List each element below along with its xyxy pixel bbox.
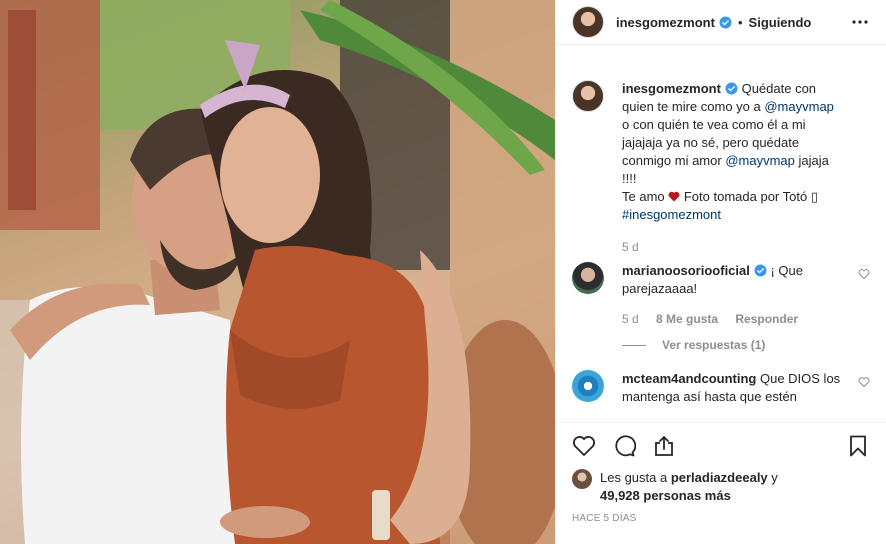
verified-badge-icon — [754, 264, 767, 277]
caption-text: conmigo mi amor — [622, 153, 726, 168]
caption-text: jajajaja ya no sé, pero quédate — [622, 135, 800, 150]
instagram-post: inesgomezmont • Siguiendo inesgomezmont … — [0, 0, 886, 544]
post-photo[interactable] — [0, 0, 555, 544]
caption-text: Foto tomada por Totó — [680, 189, 811, 204]
photo-illustration — [0, 0, 555, 544]
comment-avatar[interactable] — [572, 370, 604, 402]
owner-avatar[interactable] — [572, 6, 604, 38]
comment-body: marianoosoriooficial ¡ Que parejazaaaa! … — [622, 262, 850, 354]
caption-avatar[interactable] — [572, 80, 604, 112]
verified-badge-icon — [719, 16, 732, 28]
view-replies-button[interactable]: Ver respuestas (1) — [622, 336, 850, 354]
comment-author[interactable]: marianoosoriooficial — [622, 263, 750, 278]
caption-text: o con quién te vea como él a mi — [622, 117, 806, 132]
caption-text: jajaja — [794, 153, 829, 168]
likes-mid: y — [767, 470, 778, 485]
comment-like-heart-icon[interactable] — [858, 268, 870, 280]
bookmark-icon[interactable] — [846, 434, 870, 458]
caption-author[interactable]: inesgomezmont — [622, 81, 721, 96]
reply-button[interactable]: Responder — [735, 312, 798, 326]
caption-time[interactable]: 5 d — [622, 240, 639, 254]
mention-link[interactable]: @mayvmap — [764, 99, 834, 114]
comment-likes[interactable]: 8 Me gusta — [656, 312, 718, 326]
caption: inesgomezmont Quédate con quien te mire … — [572, 80, 870, 254]
post-actions: Les gusta a perladiazdeealy y 49,928 per… — [556, 422, 886, 544]
verified-badge-icon — [725, 82, 738, 95]
comment-item: marianoosoriooficial ¡ Que parejazaaaa! … — [572, 262, 870, 354]
heart-icon[interactable] — [572, 434, 596, 458]
hashtag-link[interactable]: #inesgomezmont — [622, 207, 721, 222]
comment-author[interactable]: mcteam4andcounting — [622, 371, 756, 386]
owner-username[interactable]: inesgomezmont — [616, 15, 715, 30]
action-bar — [572, 423, 870, 469]
likes-count[interactable]: 49,928 personas más — [600, 488, 731, 503]
separator-dot: • — [737, 14, 743, 30]
likes-prefix: Les gusta a — [600, 470, 671, 485]
more-options-icon[interactable] — [850, 12, 870, 32]
caption-text: !!!! — [622, 171, 637, 186]
view-replies-label[interactable]: Ver respuestas (1) — [662, 336, 765, 354]
likes-text: Les gusta a perladiazdeealy y 49,928 per… — [600, 469, 778, 505]
comment-time[interactable]: 5 d — [622, 312, 639, 326]
replies-divider — [622, 344, 646, 346]
post-timestamp[interactable]: HACE 5 DÍAS — [572, 513, 870, 524]
red-heart-emoji-icon — [668, 191, 680, 202]
liker-username[interactable]: perladiazdeealy — [671, 470, 768, 485]
comment-item: mcteam4andcounting Que DIOS los mantenga… — [572, 370, 870, 406]
likes-summary: Les gusta a perladiazdeealy y 49,928 per… — [572, 469, 870, 505]
comment-avatar[interactable] — [572, 262, 604, 294]
comment-body: mcteam4andcounting Que DIOS los mantenga… — [622, 370, 850, 406]
liker-avatar[interactable] — [572, 469, 592, 489]
caption-meta: 5 d — [622, 240, 870, 254]
caption-body: inesgomezmont Quédate con quien te mire … — [622, 80, 870, 254]
post-side-panel: inesgomezmont • Siguiendo inesgomezmont … — [555, 0, 886, 544]
share-icon[interactable] — [652, 434, 676, 458]
comment-like-heart-icon[interactable] — [858, 376, 870, 388]
caption-text: quien te mire como yo a — [622, 99, 765, 114]
follow-button[interactable]: Siguiendo — [749, 15, 812, 30]
caption-text: Te amo — [622, 189, 669, 204]
comments-list[interactable]: inesgomezmont Quédate con quien te mire … — [556, 58, 886, 423]
post-header: inesgomezmont • Siguiendo — [556, 0, 886, 45]
unsupported-glyph: ▯ — [810, 189, 818, 204]
comment-meta: 5 d 8 Me gusta Responder — [622, 312, 850, 326]
mention-link[interactable]: @mayvmap — [725, 153, 795, 168]
comment-icon[interactable] — [612, 434, 636, 458]
caption-text: Quédate con — [741, 81, 817, 96]
